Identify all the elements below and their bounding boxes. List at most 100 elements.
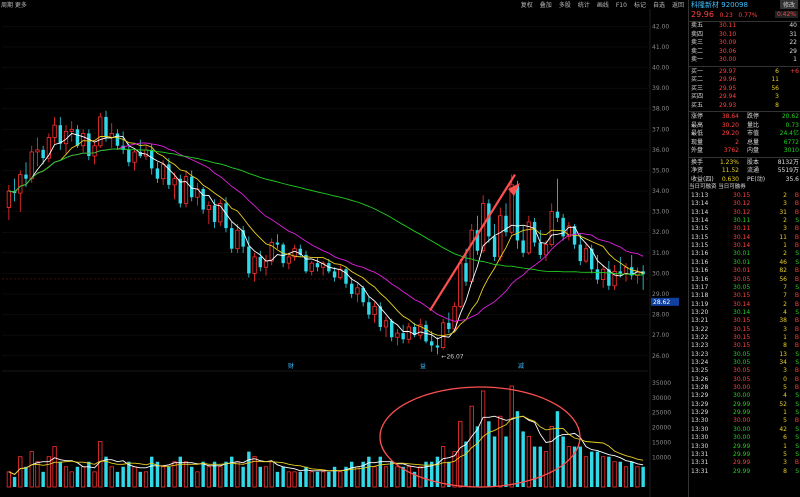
volume-bar (24, 466, 28, 487)
volume-bar (338, 471, 343, 488)
candle-body (515, 184, 520, 241)
change-pct: 0.77% (738, 12, 758, 19)
candle-body (201, 189, 205, 210)
candle-body (464, 263, 468, 282)
volume-bar (230, 456, 234, 487)
candle-body (35, 149, 40, 153)
volume-bar (630, 461, 634, 487)
volume-bar (315, 471, 320, 487)
volume-bar (18, 456, 23, 488)
volume-bar (263, 466, 269, 488)
candle-body (275, 242, 280, 245)
bid-row: 买三 29.95 56 (691, 84, 779, 92)
volume-bar (258, 466, 262, 487)
volume-bar (87, 461, 91, 487)
volume-bar (292, 471, 297, 488)
candle-body (286, 256, 291, 264)
candle-body (263, 260, 269, 268)
volume-bar (63, 466, 69, 488)
candle-body (315, 263, 320, 268)
price-display: 29.96 0.23 0.77% (691, 10, 760, 19)
trade-row: 13:22 30.15 1 B (691, 333, 799, 341)
trade-row: 13:31 29.99 8 S (691, 467, 799, 475)
volume-bar (543, 451, 549, 488)
trade-row: 13:30 30.00 42 S (691, 425, 799, 433)
candle-body (24, 174, 28, 179)
volume-bar (601, 456, 606, 488)
volume-bar (355, 466, 360, 488)
toolbar-item[interactable]: 返回 (672, 2, 684, 9)
toolbar-item[interactable]: 自选 (653, 2, 665, 9)
candle-body (367, 302, 371, 315)
trade-row: 13:17 30.05 7 S (691, 283, 799, 291)
trade-row: 13:18 30.15 7 B (691, 292, 799, 300)
candle-body (406, 326, 411, 340)
toolbar-item[interactable]: 叠加 (540, 2, 552, 9)
volume-bar (487, 421, 491, 487)
price-tick: 29.00 (652, 291, 669, 298)
toolbar-item[interactable]: 多股 (559, 2, 571, 9)
volume-bar (218, 466, 223, 488)
volume-tick: 30000 (652, 395, 671, 402)
volume-bar (332, 466, 337, 487)
volume-bar (481, 390, 486, 488)
volume-bar (549, 425, 554, 488)
toolbar-item[interactable]: 复权 (521, 2, 533, 9)
trade-row: 13:16 30.05 56 B (691, 275, 799, 283)
last-price: 29.96 (691, 10, 714, 19)
trade-row: 13:19 30.14 2 B (691, 300, 799, 308)
volume-bar (458, 420, 463, 488)
volume-tick: 35000 (652, 380, 671, 387)
volume-bar (35, 461, 40, 488)
trade-row: 13:30 30.00 5 B (691, 417, 799, 425)
toolbar-item[interactable]: 统计 (578, 2, 590, 9)
candle-body (309, 262, 314, 272)
kline-chart[interactable]: 42.00 41.00 40.00 39.00 38.00 37.00 36.00 35.00… (0, 9, 688, 497)
trade-row: 13:25 30.05 3 B (691, 367, 799, 375)
volume-bar (309, 471, 314, 488)
candle-body (395, 332, 400, 338)
candle-body (543, 244, 549, 256)
trade-row: 13:16 30.01 2 S (691, 250, 799, 258)
stat-row: 现量 2 总量 6772 (691, 138, 799, 146)
toolbar-item[interactable]: 画线 (597, 2, 609, 9)
candle-body (492, 236, 497, 257)
volume-bar (583, 456, 589, 488)
toolbar-item[interactable]: 标记 (634, 2, 646, 9)
ask-row: 卖二 30.06 29 (691, 47, 797, 55)
toolbar-item[interactable]: F10 (616, 2, 627, 9)
volume-bar (635, 466, 640, 488)
volume-bar (595, 451, 600, 487)
stat-row: 换手 1.23% 股本 8132万 (691, 158, 799, 166)
volume-bar (298, 471, 302, 487)
volume-bar (406, 466, 411, 488)
volume-bar (115, 471, 120, 487)
trade-row: 13:23 30.05 13 S (691, 350, 799, 358)
volume-bar (566, 446, 571, 488)
candle-body (498, 215, 503, 258)
margin-tabs[interactable]: 当日可融资 当日可融券 (689, 184, 800, 191)
candle-body (350, 283, 354, 294)
modify-button[interactable]: 修改 (779, 0, 798, 9)
volume-bar (383, 466, 389, 488)
volume-bar (6, 471, 11, 488)
volume-bar (390, 461, 394, 487)
trade-row: 13:29 29.99 52 S (691, 400, 799, 408)
volume-bar (395, 466, 400, 488)
volume-bar (286, 471, 291, 488)
volume-bar (509, 385, 514, 488)
candle-body (372, 305, 377, 315)
candle-body (75, 129, 80, 146)
period-menu[interactable]: 周期 更多 (1, 0, 27, 9)
last-price-label: 28.62 (653, 299, 670, 306)
candle-body (230, 228, 234, 249)
stat-row: 涨停 38.64 跌停 20.62 (691, 113, 799, 120)
pct-box: 0.42% (774, 11, 798, 18)
volume-bar (492, 436, 497, 487)
volume-bar (69, 471, 74, 488)
volume-bar (167, 466, 171, 487)
candle-body (435, 345, 440, 348)
trade-row: 13:30 29.99 1 S (691, 442, 799, 450)
candle-body (355, 287, 360, 295)
volume-bar (75, 466, 80, 487)
